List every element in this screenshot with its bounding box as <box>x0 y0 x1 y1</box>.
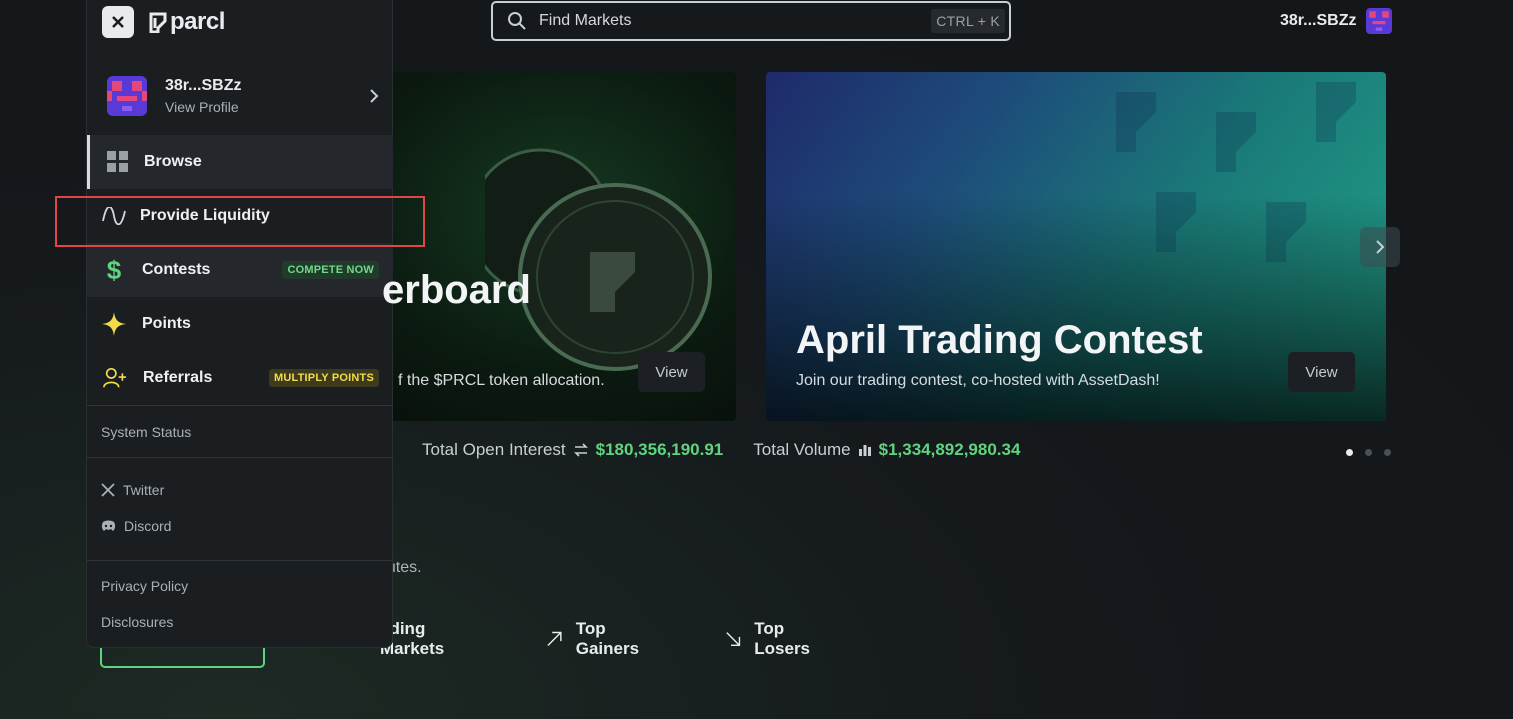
sidebar-item-label: Provide Liquidity <box>140 207 270 224</box>
twitter-link[interactable]: Twitter <box>101 482 164 498</box>
view-button[interactable]: View <box>638 352 705 392</box>
divider <box>87 560 393 561</box>
sidebar-item-referrals[interactable]: Referrals MULTIPLY POINTS <box>87 351 393 405</box>
dollar-icon: $ <box>106 254 122 285</box>
swap-icon <box>573 443 588 457</box>
multiply-points-badge: MULTIPLY POINTS <box>269 369 379 387</box>
arrow-up-right-icon <box>547 631 562 646</box>
add-user-icon <box>103 366 127 390</box>
carousel-dot[interactable] <box>1384 449 1391 456</box>
market-stats: Total Open Interest $180,356,190.91 Tota… <box>422 440 1020 460</box>
sidebar-item-browse[interactable]: Browse <box>87 135 393 189</box>
view-profile-link[interactable]: View Profile <box>165 99 369 115</box>
banner-title: April Trading Contest <box>796 318 1203 362</box>
carousel-dot[interactable] <box>1365 449 1372 456</box>
banner-title: erboard <box>382 268 531 312</box>
sidebar-item-provide-liquidity[interactable]: Provide Liquidity <box>87 189 393 243</box>
profile-name: 38r...SBZz <box>165 77 242 94</box>
wave-icon <box>102 204 126 228</box>
carousel-dots[interactable] <box>1346 449 1391 456</box>
tab-top-losers[interactable]: Top Losers <box>724 619 818 658</box>
sidebar-item-label: Browse <box>144 153 202 170</box>
close-icon <box>112 16 124 28</box>
search-bar[interactable]: Find Markets CTRL + K <box>491 1 1011 41</box>
parcl-logo-icon <box>149 12 167 33</box>
profile-link[interactable]: 38r...SBZz View Profile <box>107 75 379 117</box>
system-status-link[interactable]: System Status <box>101 424 191 440</box>
search-icon <box>508 12 526 30</box>
twitter-label: Twitter <box>123 482 165 498</box>
discord-icon <box>101 520 116 531</box>
open-interest-stat: Total Open Interest $180,356,190.91 <box>422 440 723 460</box>
pattern-graphic <box>1116 82 1356 262</box>
search-shortcut: CTRL + K <box>931 9 1005 33</box>
coin-graphic <box>485 148 712 371</box>
search-input[interactable]: Find Markets <box>539 12 931 30</box>
logo-text: parcl <box>170 8 225 35</box>
sidebar-item-label: Points <box>142 315 191 332</box>
parcl-logo[interactable]: parcl <box>149 8 225 36</box>
privacy-policy-label: Privacy Policy <box>101 578 189 594</box>
close-button[interactable] <box>102 6 134 38</box>
system-status-label: System Status <box>101 424 192 440</box>
divider <box>87 405 393 406</box>
grid-icon <box>106 150 130 174</box>
compete-now-badge: COMPETE NOW <box>282 261 379 279</box>
arrow-down-right-icon <box>726 632 741 647</box>
sparkle-icon <box>102 312 126 336</box>
discord-label: Discord <box>124 518 172 534</box>
username: 38r...SBZz <box>1280 12 1357 29</box>
sidebar-item-label: Contests <box>142 261 211 278</box>
volume-stat: Total Volume $1,334,892,980.34 <box>753 440 1020 460</box>
carousel-dot[interactable] <box>1346 449 1353 456</box>
open-interest-value: $180,356,190.91 <box>595 440 724 459</box>
banner-trading-contest[interactable]: April Trading Contest Join our trading c… <box>766 72 1386 421</box>
banner-subtitle: f the $PRCL token allocation. <box>398 372 605 389</box>
sidebar-item-contests[interactable]: $ Contests COMPETE NOW <box>87 243 393 297</box>
open-interest-label: Total Open Interest <box>422 440 566 459</box>
bar-chart-icon <box>858 445 871 456</box>
disclosures-link[interactable]: Disclosures <box>101 614 173 630</box>
divider <box>87 457 393 458</box>
volume-label: Total Volume <box>753 440 851 459</box>
volume-value: $1,334,892,980.34 <box>878 440 1021 459</box>
avatar[interactable] <box>1366 8 1393 34</box>
sidebar-item-points[interactable]: Points <box>87 297 393 351</box>
tab-label: Top Gainers <box>575 619 640 658</box>
privacy-policy-link[interactable]: Privacy Policy <box>101 578 188 594</box>
user-menu[interactable]: 38r...SBZz <box>1280 8 1393 34</box>
disclosures-label: Disclosures <box>101 614 174 630</box>
tab-label: Top Losers <box>754 619 811 658</box>
discord-link[interactable]: Discord <box>101 518 171 534</box>
banner-subtitle: Join our trading contest, co-hosted with… <box>796 372 1160 389</box>
x-logo-icon <box>101 483 115 497</box>
tab-top-gainers[interactable]: Top Gainers <box>545 619 646 658</box>
sidebar-menu: parcl 38r...SBZz View Profile Browse Pro… <box>86 0 393 648</box>
view-button[interactable]: View <box>1288 352 1355 392</box>
avatar <box>107 76 147 116</box>
sidebar-item-label: Referrals <box>143 369 213 386</box>
chevron-right-icon <box>370 89 379 103</box>
